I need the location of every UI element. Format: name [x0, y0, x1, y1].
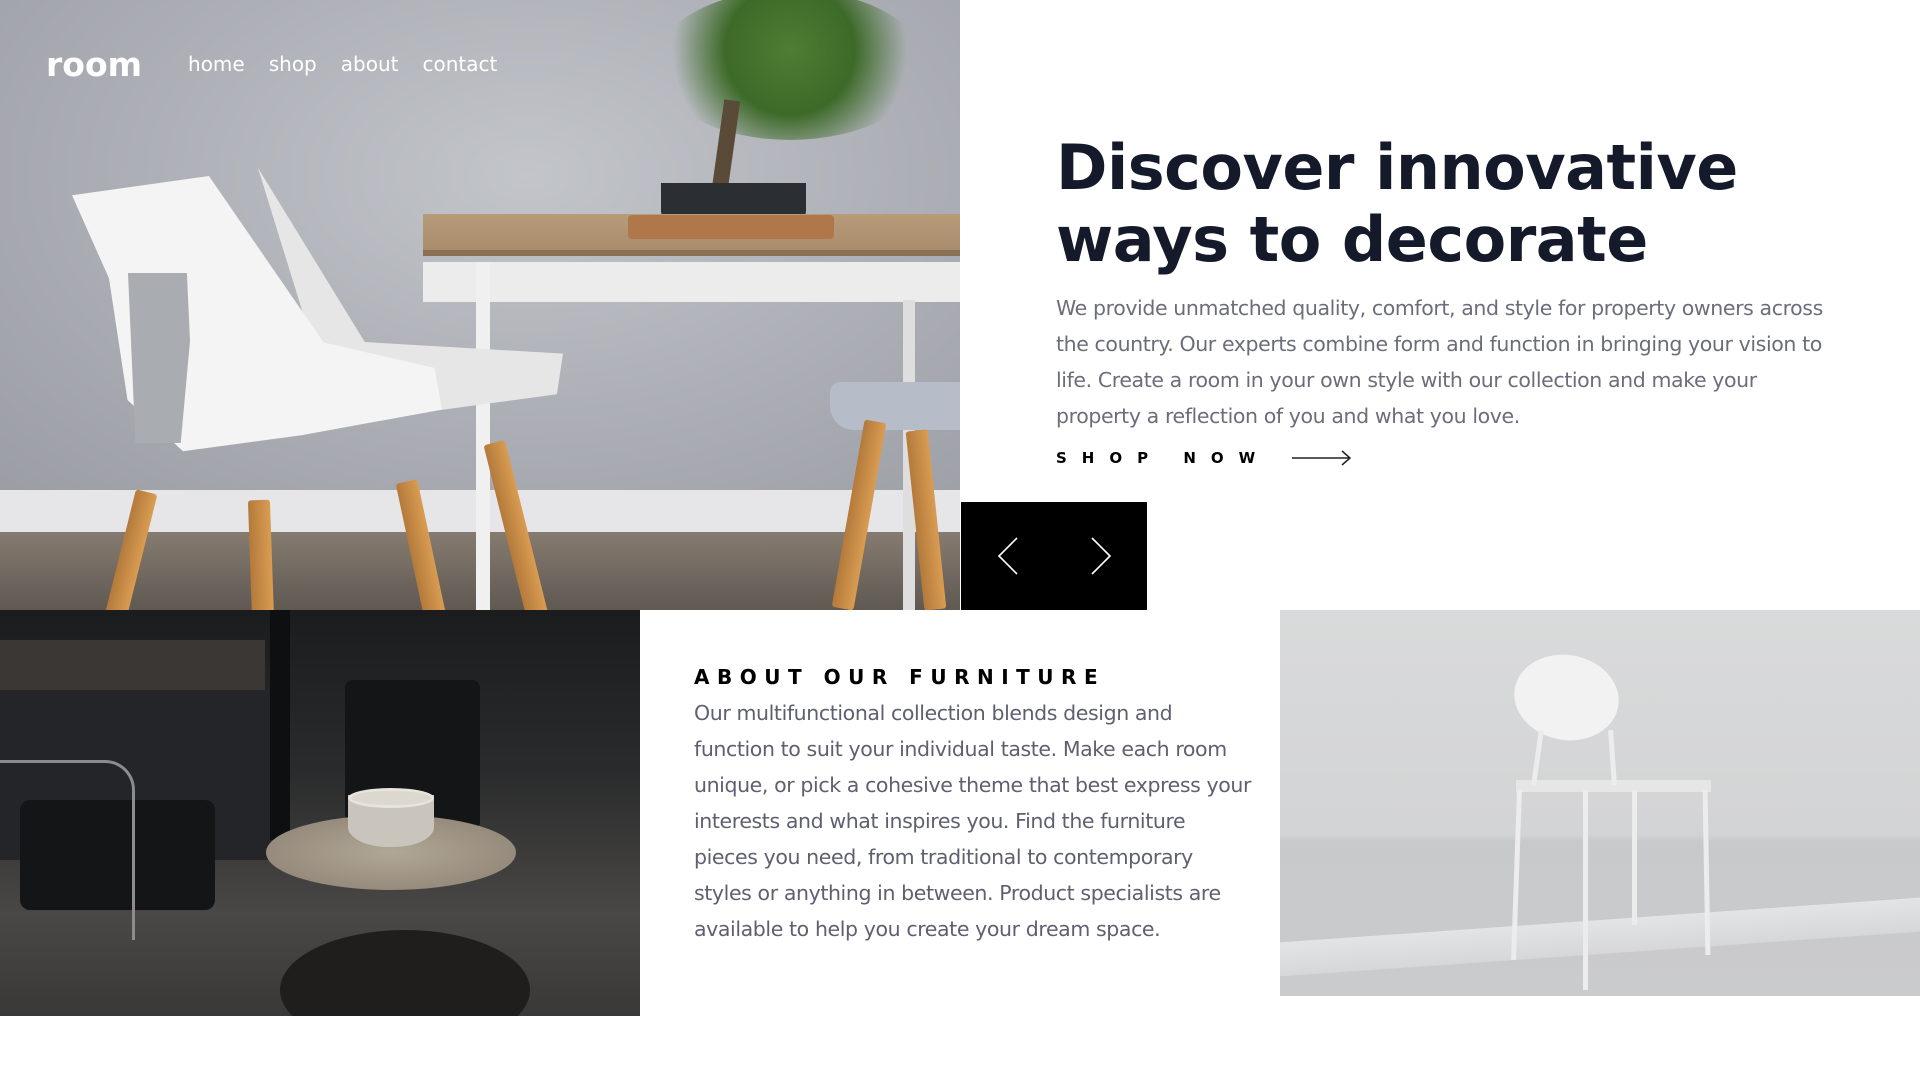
shop-now-label: SHOP NOW [1056, 449, 1271, 467]
hero-description: We provide unmatched quality, comfort, a… [1056, 296, 1823, 428]
bowl-rim [348, 788, 434, 808]
about-description: Our multifunctional collection blends de… [694, 701, 1252, 941]
armchair-frame [0, 760, 135, 940]
chair-leg [1583, 790, 1588, 990]
table-leg [476, 262, 490, 610]
hero-content: Discover innovative ways to decorate We … [1056, 132, 1836, 468]
chevron-right-icon [1090, 537, 1111, 575]
hero-image [0, 0, 960, 610]
headline-line-1: Discover innovative [1056, 131, 1738, 204]
dark-interior-image [0, 610, 640, 1016]
chevron-left-icon [997, 537, 1018, 575]
slider-controls [961, 502, 1147, 610]
nav-link-home[interactable]: home [188, 52, 245, 76]
logo[interactable]: room [46, 45, 142, 84]
chair-back-support [1608, 729, 1617, 786]
chair-back-support [1531, 729, 1544, 786]
hero-headline: Discover innovative ways to decorate [1056, 132, 1836, 276]
table-shadow [280, 930, 530, 1016]
white-chair-image [1280, 610, 1920, 996]
bed-headboard [0, 640, 265, 690]
main-nav: room home shop about contact [46, 44, 521, 84]
table-frame [423, 262, 960, 302]
nav-link-contact[interactable]: contact [422, 52, 497, 76]
chair-leg [1632, 790, 1637, 925]
bonsai-tray [628, 215, 834, 239]
arrow-right-icon [1292, 450, 1352, 466]
chair-leg [247, 499, 275, 610]
shop-now-button[interactable]: SHOP NOW [1056, 448, 1836, 468]
slider-prev-button[interactable] [961, 502, 1054, 610]
about-title: ABOUT OUR FURNITURE [694, 665, 1106, 689]
chair-cutout [128, 273, 190, 443]
about-section: ABOUT OUR FURNITURE Our multifunctional … [694, 665, 1254, 947]
nav-link-about[interactable]: about [341, 52, 399, 76]
nav-link-shop[interactable]: shop [269, 52, 317, 76]
floor-skirting [1280, 897, 1920, 977]
slider-next-button[interactable] [1054, 502, 1147, 610]
mirror-frame [270, 610, 290, 840]
stool-seat [830, 382, 960, 430]
headline-line-2: ways to decorate [1056, 203, 1648, 276]
